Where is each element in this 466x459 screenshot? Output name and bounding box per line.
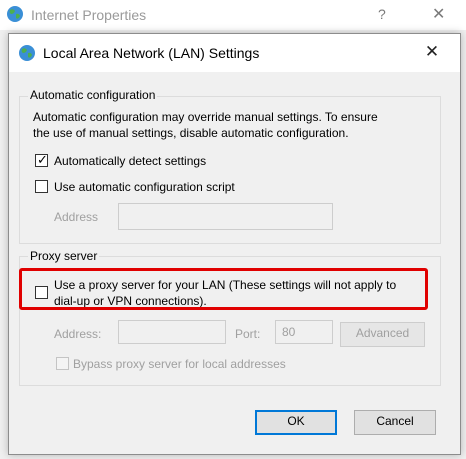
use-config-script-checkbox[interactable] xyxy=(35,180,48,193)
globe-icon xyxy=(19,45,35,61)
close-icon[interactable]: ✕ xyxy=(422,42,442,62)
use-config-script-label[interactable]: Use automatic configuration script xyxy=(54,179,235,195)
ok-button[interactable]: OK xyxy=(255,410,337,435)
script-address-label: Address xyxy=(54,210,99,224)
internet-properties-title: Internet Properties xyxy=(31,7,147,23)
proxy-server-legend: Proxy server xyxy=(28,249,100,263)
proxy-port-label: Port: xyxy=(235,327,261,341)
script-address-input[interactable] xyxy=(118,203,333,230)
dialog-titlebar: Local Area Network (LAN) Settings ✕ xyxy=(9,34,460,72)
dialog-title: Local Area Network (LAN) Settings xyxy=(43,45,260,61)
detect-settings-checkbox[interactable]: ✓ xyxy=(35,152,48,167)
proxy-port-input[interactable] xyxy=(275,320,333,344)
auto-config-description-line1: Automatic configuration may override man… xyxy=(33,110,378,124)
internet-properties-titlebar: Internet Properties ? ✕ xyxy=(0,0,466,30)
bypass-local-checkbox[interactable] xyxy=(56,357,69,370)
automatic-configuration-legend: Automatic configuration xyxy=(28,88,158,102)
bypass-local-label[interactable]: Bypass proxy server for local addresses xyxy=(73,356,286,372)
help-icon[interactable]: ? xyxy=(378,6,386,22)
auto-config-description-line2: the use of manual settings, disable auto… xyxy=(33,126,349,140)
globe-icon xyxy=(7,6,23,22)
lan-settings-dialog: Local Area Network (LAN) Settings ✕ Auto… xyxy=(8,33,461,455)
proxy-address-input[interactable] xyxy=(118,320,226,344)
proxy-option-highlight xyxy=(19,268,428,310)
check-icon: ✓ xyxy=(37,152,48,167)
advanced-button[interactable]: Advanced xyxy=(340,322,425,347)
detect-settings-label[interactable]: Automatically detect settings xyxy=(54,153,206,169)
cancel-button[interactable]: Cancel xyxy=(354,410,436,435)
close-icon[interactable]: ✕ xyxy=(432,4,445,24)
proxy-address-label: Address: xyxy=(54,327,102,341)
